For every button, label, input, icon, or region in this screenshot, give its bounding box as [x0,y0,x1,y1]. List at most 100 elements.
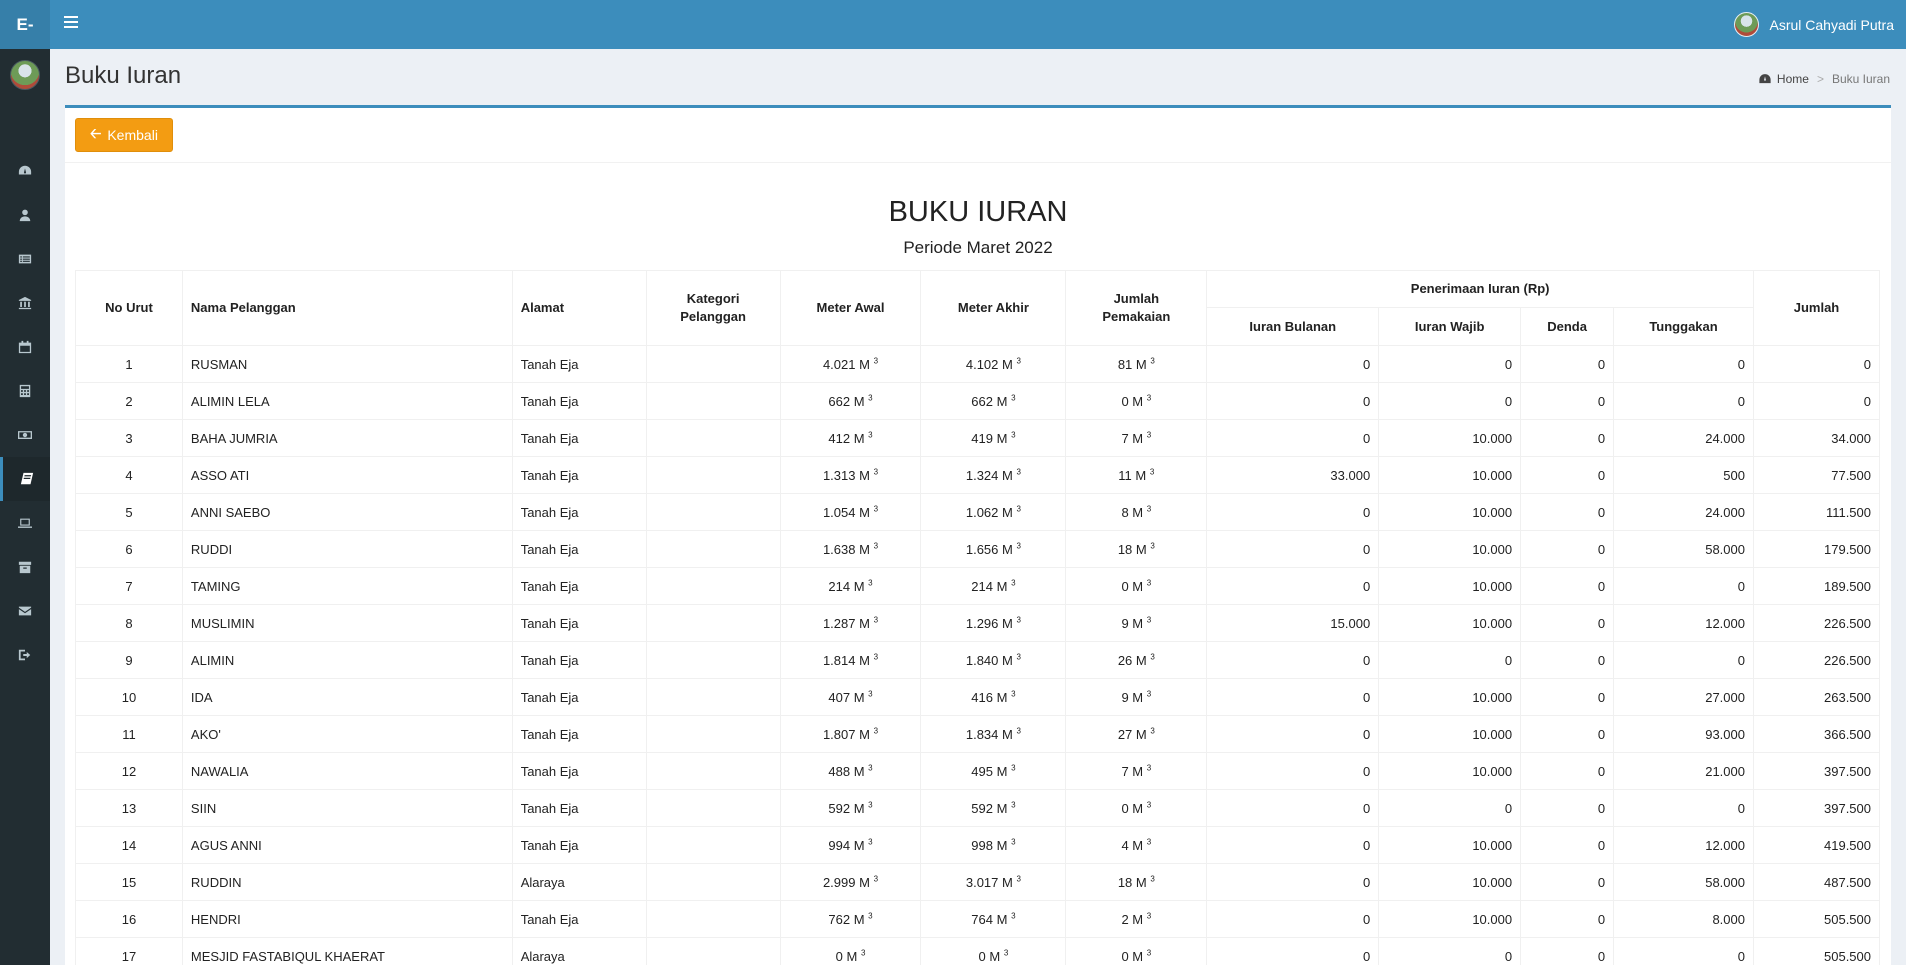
cell-denda: 0 [1520,678,1615,716]
archive-icon [18,561,32,574]
cell-no-urut: 9 [75,641,183,679]
cell-iuran-bulanan: 0 [1206,900,1380,938]
header-penerimaan-iuran: Penerimaan Iuran (Rp) [1206,270,1754,308]
cell-kategori [645,678,781,716]
cell-denda: 0 [1520,382,1615,420]
cell-meter-awal: 762 M 3 [779,900,922,938]
cell-kategori [645,641,781,679]
cell-no-urut: 15 [75,863,183,901]
table-row: 2 ALIMIN LELA Tanah Eja 662 M 3 662 M 30 M 3… [75,382,1881,420]
cell-jumlah: 397.500 [1752,789,1881,827]
cell-denda: 0 [1520,493,1615,531]
cell-meter-akhir: 3.017 M 3 [920,863,1067,901]
cell-meter-akhir: 0 M 3 [920,937,1067,965]
cell-denda: 0 [1520,345,1615,383]
cell-nama-pelanggan: NAWALIA [181,752,513,790]
table-row: 16 HENDRI Tanah Eja 762 M 3 764 M 32 M 3 0 10.… [75,900,1881,938]
cell-denda: 0 [1520,456,1615,494]
sidebar [0,49,50,965]
sign-out-icon [18,649,31,661]
cell-iuran-bulanan: 0 [1206,382,1380,420]
sidebar-item-calendar[interactable] [0,325,50,369]
sidebar-item-book[interactable] [0,457,50,501]
sidebar-item-list[interactable] [0,237,50,281]
cell-iuran-wajib: 10.000 [1378,715,1522,753]
sidebar-item-archive[interactable] [0,545,50,589]
sidebar-item-money[interactable] [0,413,50,457]
brand-logo[interactable]: E- [0,0,50,49]
cell-jumlah-pemakaian: 9 M 3 [1065,604,1208,642]
sidebar-item-sign-out[interactable] [0,633,50,677]
cell-nama-pelanggan: MUSLIMIN [181,604,513,642]
cell-meter-akhir: 1.656 M 3 [920,530,1067,568]
cell-meter-awal: 4.021 M 3 [779,345,922,383]
dashboard-icon [18,165,32,175]
ledger-body: 1 RUSMAN Tanah Eja 4.021 M 3 4.102 M 3 81 M 3… [75,345,1881,965]
cell-nama-pelanggan: IDA [181,678,513,716]
cell-iuran-wajib: 0 [1378,382,1522,420]
table-row: 4 ASSO ATI Tanah Eja 1.313 M 3 1.324 M 3 11 M… [75,456,1881,494]
cell-iuran-wajib: 10.000 [1378,678,1522,716]
cell-nama-pelanggan: RUDDIN [181,863,513,901]
cell-no-urut: 10 [75,678,183,716]
cell-meter-akhir: 419 M 3 [920,419,1067,457]
sidebar-item-dashboard[interactable] [0,149,50,193]
cell-kategori [645,863,781,901]
sidebar-item-laptop[interactable] [0,501,50,545]
cell-meter-awal: 1.313 M 3 [779,456,922,494]
bank-icon [18,296,32,310]
breadcrumb-separator: > [1816,72,1824,86]
cell-kategori [645,715,781,753]
cell-jumlah: 487.500 [1752,863,1881,901]
cell-tunggakan: 0 [1613,382,1754,420]
cell-iuran-bulanan: 0 [1206,715,1380,753]
header-tunggakan: Tunggakan [1613,307,1754,346]
sidebar-toggle-icon[interactable] [64,16,78,30]
cell-kategori [645,345,781,383]
cell-iuran-wajib: 10.000 [1378,456,1522,494]
cell-iuran-wajib: 10.000 [1378,900,1522,938]
table-row: 6 RUDDI Tanah Eja 1.638 M 3 1.656 M 3 18 M 30… [75,530,1881,568]
user-menu[interactable]: Asrul Cahyadi Putra [1734,11,1894,38]
table-row: 9 ALIMIN Tanah Eja 1.814 M 3 1.840 M 3 26 M 3… [75,641,1881,679]
back-button[interactable]: 🡠 Kembali [75,118,173,152]
cell-alamat: Alaraya [511,863,647,901]
cell-nama-pelanggan: MESJID FASTABIQUL KHAERAT [181,937,513,965]
header-kategori: Kategori Pelanggan [645,270,781,346]
envelope-icon [18,606,32,616]
sidebar-item-calculator[interactable] [0,369,50,413]
cell-denda: 0 [1520,937,1615,965]
sidebar-item-bank[interactable] [0,281,50,325]
cell-jumlah-pemakaian: 0 M 3 [1065,567,1208,605]
cell-jumlah-pemakaian: 81 M 3 [1065,345,1208,383]
cell-kategori [645,456,781,494]
cell-nama-pelanggan: ANNI SAEBO [181,493,513,531]
breadcrumb-home[interactable]: Home [1777,72,1809,86]
cell-jumlah-pemakaian: 7 M 3 [1065,752,1208,790]
cell-alamat: Tanah Eja [511,900,647,938]
cell-jumlah-pemakaian: 8 M 3 [1065,493,1208,531]
cell-denda: 0 [1520,567,1615,605]
table-row: 11 AKO' Tanah Eja 1.807 M 3 1.834 M 3 27 M 30… [75,715,1881,753]
header-meter-akhir: Meter Akhir [920,270,1067,346]
cell-meter-akhir: 4.102 M 3 [920,345,1067,383]
table-row: 12 NAWALIA Tanah Eja 488 M 3 495 M 37 M 3 0 10… [75,752,1881,790]
sidebar-item-envelope[interactable] [0,589,50,633]
cell-no-urut: 13 [75,789,183,827]
book-icon [20,472,33,485]
cell-alamat: Tanah Eja [511,715,647,753]
cell-denda: 0 [1520,752,1615,790]
cell-kategori [645,604,781,642]
cell-jumlah: 111.500 [1752,493,1881,531]
cell-alamat: Tanah Eja [511,456,647,494]
cell-no-urut: 14 [75,826,183,864]
money-icon [18,431,32,439]
report-period: Periode Maret 2022 [903,238,1053,257]
sidebar-item-user[interactable] [0,193,50,237]
header-nama-pelanggan: Nama Pelanggan [181,270,513,346]
cell-no-urut: 4 [75,456,183,494]
table-row: 10 IDA Tanah Eja 407 M 3 416 M 39 M 3 0 10.000… [75,678,1881,716]
cell-denda: 0 [1520,715,1615,753]
header-alamat: Alamat [511,270,647,346]
dashboard-icon [1759,74,1771,84]
